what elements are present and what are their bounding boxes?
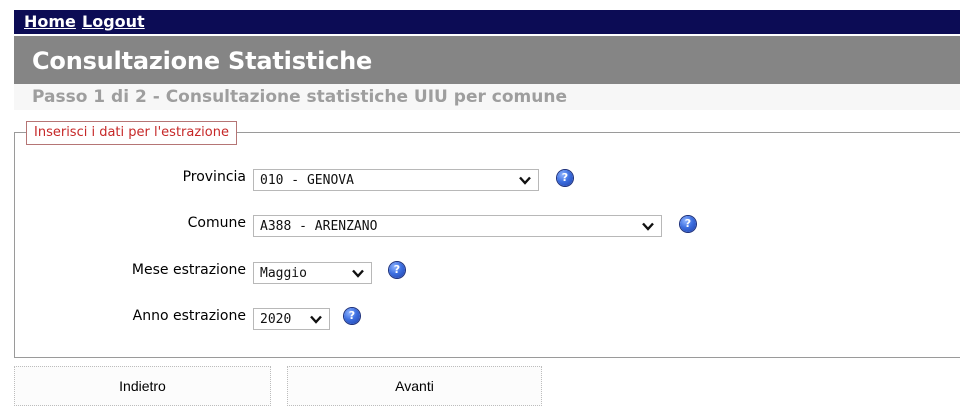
anno-estrazione-label: Anno estrazione [132, 308, 246, 324]
chevron-down-icon [310, 315, 322, 324]
mese-estrazione-label: Mese estrazione [131, 262, 246, 278]
chevron-down-icon [642, 222, 654, 231]
comune-select[interactable]: A388 - ARENZANO [253, 215, 662, 237]
anno-estrazione-select[interactable]: 2020 [253, 308, 330, 330]
mese-estrazione-select[interactable]: Maggio [253, 262, 372, 284]
provincia-select-value: 010 - GENOVA [260, 173, 354, 188]
anno-select-value: 2020 [260, 312, 292, 327]
chevron-down-icon [352, 269, 364, 278]
back-button[interactable]: Indietro [14, 366, 271, 406]
help-question-icon[interactable]: ? [389, 262, 405, 278]
page-header: Consultazione Statistiche Passo 1 di 2 -… [14, 36, 960, 110]
next-button[interactable]: Avanti [287, 366, 542, 406]
provincia-label: Provincia [182, 169, 246, 185]
chevron-down-icon [519, 176, 531, 185]
page-title: Consultazione Statistiche [32, 47, 373, 75]
fieldset-legend: Inserisci i dati per l'estrazione [26, 121, 237, 145]
provincia-select[interactable]: 010 - GENOVA [253, 169, 539, 191]
help-question-icon[interactable]: ? [344, 308, 360, 324]
comune-label: Comune [187, 215, 246, 231]
mese-select-value: Maggio [260, 266, 307, 281]
home-link[interactable]: Home [24, 12, 76, 31]
step-subtitle: Passo 1 di 2 - Consultazione statistiche… [32, 87, 567, 107]
comune-select-value: A388 - ARENZANO [260, 219, 378, 234]
top-nav-bar: Home Logout [14, 10, 960, 34]
help-question-icon[interactable]: ? [680, 216, 696, 232]
logout-link[interactable]: Logout [82, 12, 145, 31]
help-question-icon[interactable]: ? [557, 170, 573, 186]
form-fieldset [14, 132, 960, 358]
